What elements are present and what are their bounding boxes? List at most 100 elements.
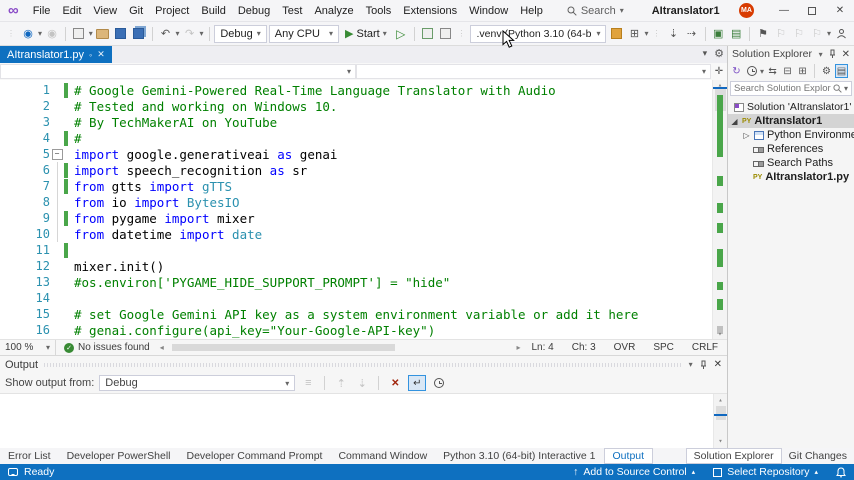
interactive-run-icon[interactable]: ▤: [728, 26, 744, 42]
notifications-bell-icon[interactable]: [836, 466, 846, 478]
feedback-bubble-icon[interactable]: [8, 468, 18, 476]
undo-icon[interactable]: ↶: [158, 26, 174, 42]
code-line[interactable]: 8 from io import BytesIO: [0, 194, 711, 210]
scroll-down-icon[interactable]: ▾: [714, 436, 727, 447]
issues-indicator[interactable]: ✓ No issues found: [56, 342, 158, 353]
nav-project-dropdown[interactable]: ▾: [0, 64, 356, 79]
tab-developer-powershell[interactable]: Developer PowerShell: [59, 448, 179, 464]
output-panel-header[interactable]: Output ▾ ✕: [0, 356, 727, 373]
new-project-dropdown[interactable]: ▾: [89, 29, 93, 38]
sync-with-active-document-icon[interactable]: ⇆: [766, 64, 779, 78]
save-all-icon[interactable]: [131, 26, 147, 42]
horizontal-scrollbar[interactable]: ◂ ▸: [160, 340, 521, 355]
tree-item-project[interactable]: ◢ PY AItranslator1: [728, 114, 854, 128]
scrollbar-thumb[interactable]: [716, 406, 726, 420]
code-line[interactable]: 9 from pygame import mixer: [0, 210, 711, 226]
scroll-right-icon[interactable]: ▸: [516, 340, 520, 355]
collapse-all-icon[interactable]: ⊟: [781, 64, 794, 78]
navigate-forward-icon[interactable]: ◉: [44, 26, 60, 42]
new-project-icon[interactable]: [71, 26, 87, 42]
menu-item[interactable]: Git: [123, 3, 149, 19]
navigate-back-dropdown[interactable]: ▾: [38, 29, 42, 38]
properties-icon[interactable]: ⊞: [796, 64, 809, 78]
menu-item[interactable]: File: [27, 3, 57, 19]
code-line[interactable]: 2 # Tested and working on Windows 10.: [0, 98, 711, 114]
close-panel-icon[interactable]: ✕: [842, 49, 850, 60]
next-bookmark-icon[interactable]: ⚐: [791, 26, 807, 42]
solution-explorer-header[interactable]: Solution Explorer ▾ ✕: [728, 46, 854, 62]
window-layout-icon[interactable]: ⊞: [626, 26, 642, 42]
menu-item[interactable]: Edit: [56, 3, 87, 19]
menu-item[interactable]: Window: [463, 3, 514, 19]
menu-item[interactable]: Tools: [360, 3, 398, 19]
close-button[interactable]: ✕: [826, 0, 854, 21]
prev-message-icon[interactable]: ⇡: [333, 375, 349, 391]
next-message-icon[interactable]: ⇣: [354, 375, 370, 391]
package-manager-icon[interactable]: [608, 26, 624, 42]
code-line[interactable]: 13 #os.environ['PYGAME_HIDE_SUPPORT_PROMP…: [0, 274, 711, 290]
close-tab-icon[interactable]: ✕: [97, 49, 105, 60]
goto-message-icon[interactable]: ≡: [300, 375, 316, 391]
code-line[interactable]: 12 mixer.init(): [0, 258, 711, 274]
window-position-dropdown[interactable]: ▾: [819, 50, 823, 59]
clear-all-icon[interactable]: ✕: [387, 375, 403, 391]
code-line[interactable]: 17: [0, 338, 711, 339]
send-feedback-icon[interactable]: [833, 26, 849, 42]
navigate-backward-icon[interactable]: ◉: [20, 26, 36, 42]
tree-item-references[interactable]: References: [728, 142, 854, 156]
code-line[interactable]: 15 # set Google Gemini API key as a syste…: [0, 306, 711, 322]
redo-icon[interactable]: ↷: [182, 26, 198, 42]
redo-dropdown[interactable]: ▾: [200, 29, 204, 38]
code-line[interactable]: 5 import google.generativeai as genai: [0, 146, 711, 162]
start-debug-button[interactable]: ▶ Start ▾: [341, 25, 391, 43]
step-over-icon[interactable]: ⇢: [684, 26, 700, 42]
scrollbar-thumb[interactable]: [171, 344, 396, 351]
split-window-button[interactable]: ✛: [711, 64, 727, 79]
code-line[interactable]: 7 from gtts import gTTS: [0, 178, 711, 194]
tree-item-solution[interactable]: Solution 'AItranslator1' (1 of 1: [728, 100, 854, 114]
nav-member-dropdown[interactable]: ▾: [356, 64, 711, 79]
menu-item[interactable]: Help: [514, 3, 549, 19]
fold-collapse-icon[interactable]: [50, 146, 64, 162]
save-icon[interactable]: [113, 26, 129, 42]
output-source-combo[interactable]: Debug ▾: [99, 375, 296, 391]
prev-bookmark-icon[interactable]: ⚐: [773, 26, 789, 42]
tab-aitranslator1-py[interactable]: AItranslator1.py ◦ ✕: [0, 46, 112, 63]
expander-expanded-icon[interactable]: ◢: [730, 117, 739, 126]
zoom-combo[interactable]: 100 % ▾: [0, 340, 56, 355]
pin-icon[interactable]: [828, 49, 837, 59]
word-wrap-toggle[interactable]: ↵: [408, 375, 427, 391]
code-line[interactable]: 4 #: [0, 130, 711, 146]
editor-options-dropdown[interactable]: ▾: [703, 48, 708, 59]
interactive-debug-icon[interactable]: ▣: [710, 26, 726, 42]
show-all-files-icon[interactable]: ▤: [835, 64, 849, 78]
menu-item[interactable]: Extensions: [397, 3, 463, 19]
timestamp-icon[interactable]: [431, 375, 447, 391]
tab-solution-explorer[interactable]: Solution Explorer: [685, 448, 782, 464]
code-line[interactable]: 6 import speech_recognition as sr: [0, 162, 711, 178]
scroll-down-icon[interactable]: ▾: [713, 330, 727, 338]
attach-icon[interactable]: [419, 26, 435, 42]
tree-item-aitranslator1-py[interactable]: PY AItranslator1.py: [728, 170, 854, 184]
menu-item[interactable]: Test: [276, 3, 308, 19]
scroll-left-icon[interactable]: ◂: [160, 340, 164, 355]
avatar[interactable]: MA: [739, 3, 754, 18]
menu-item[interactable]: Analyze: [308, 3, 359, 19]
menu-item[interactable]: Project: [149, 3, 195, 19]
menu-item[interactable]: Build: [195, 3, 231, 19]
tab-developer-command-prompt[interactable]: Developer Command Prompt: [178, 448, 330, 464]
tree-item-search-paths[interactable]: Search Paths: [728, 156, 854, 170]
clear-bookmarks-icon[interactable]: ⚐: [809, 26, 825, 42]
pin-icon[interactable]: [699, 360, 708, 370]
menu-item[interactable]: View: [87, 3, 123, 19]
tab-output[interactable]: Output: [603, 448, 654, 464]
wrench-icon[interactable]: ⚙: [820, 64, 833, 78]
open-folder-icon[interactable]: [95, 26, 111, 42]
overtype-indicator[interactable]: OVR: [605, 342, 645, 353]
select-repository-button[interactable]: Select Repository ▴: [713, 466, 818, 478]
code-line[interactable]: 1 # Google Gemini-Powered Real-Time Langu…: [0, 82, 711, 98]
pin-icon[interactable]: ◦: [89, 50, 92, 60]
start-without-debugging-icon[interactable]: ▷: [393, 26, 409, 42]
code-line[interactable]: 16 # genai.configure(api_key="Your-Google…: [0, 322, 711, 338]
code-line[interactable]: 14: [0, 290, 711, 306]
